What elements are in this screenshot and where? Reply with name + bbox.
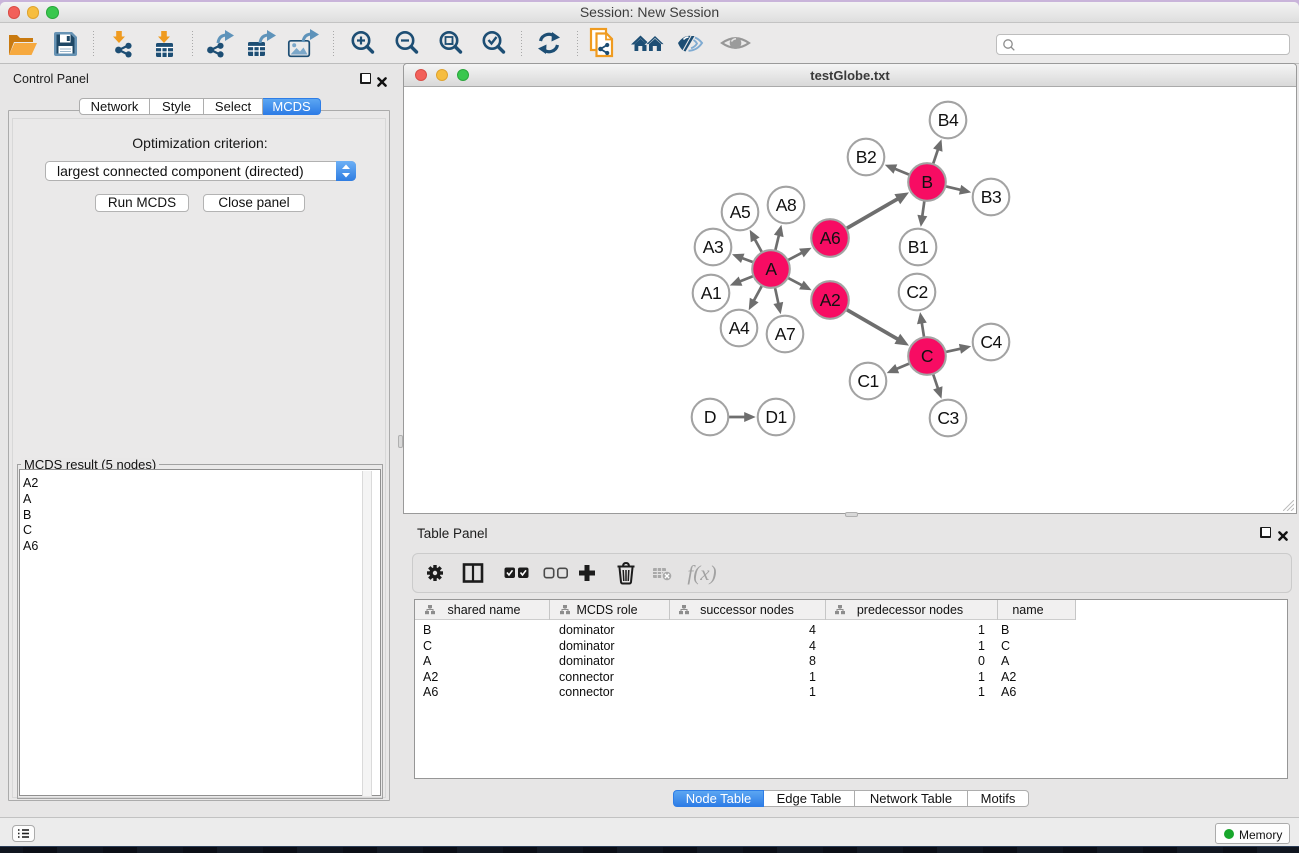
svg-text:B4: B4 [938, 110, 959, 130]
svg-text:B2: B2 [856, 147, 876, 167]
svg-text:C2: C2 [906, 282, 927, 302]
svg-text:D1: D1 [765, 407, 786, 427]
svg-text:A7: A7 [775, 324, 795, 344]
svg-text:C1: C1 [857, 371, 878, 391]
svg-text:B: B [921, 172, 932, 192]
svg-text:D: D [704, 407, 716, 427]
svg-text:C4: C4 [980, 332, 1002, 352]
svg-text:A4: A4 [729, 318, 750, 338]
svg-text:A5: A5 [730, 202, 750, 222]
svg-text:A8: A8 [776, 195, 796, 215]
svg-text:A: A [765, 259, 777, 279]
svg-text:A1: A1 [701, 283, 721, 303]
svg-text:A3: A3 [703, 237, 723, 257]
svg-text:B1: B1 [908, 237, 928, 257]
svg-text:C3: C3 [937, 408, 958, 428]
svg-text:A6: A6 [820, 228, 840, 248]
svg-text:f(x): f(x) [687, 561, 716, 585]
svg-text:B3: B3 [981, 187, 1001, 207]
svg-text:A2: A2 [820, 290, 840, 310]
svg-text:C: C [921, 346, 933, 366]
